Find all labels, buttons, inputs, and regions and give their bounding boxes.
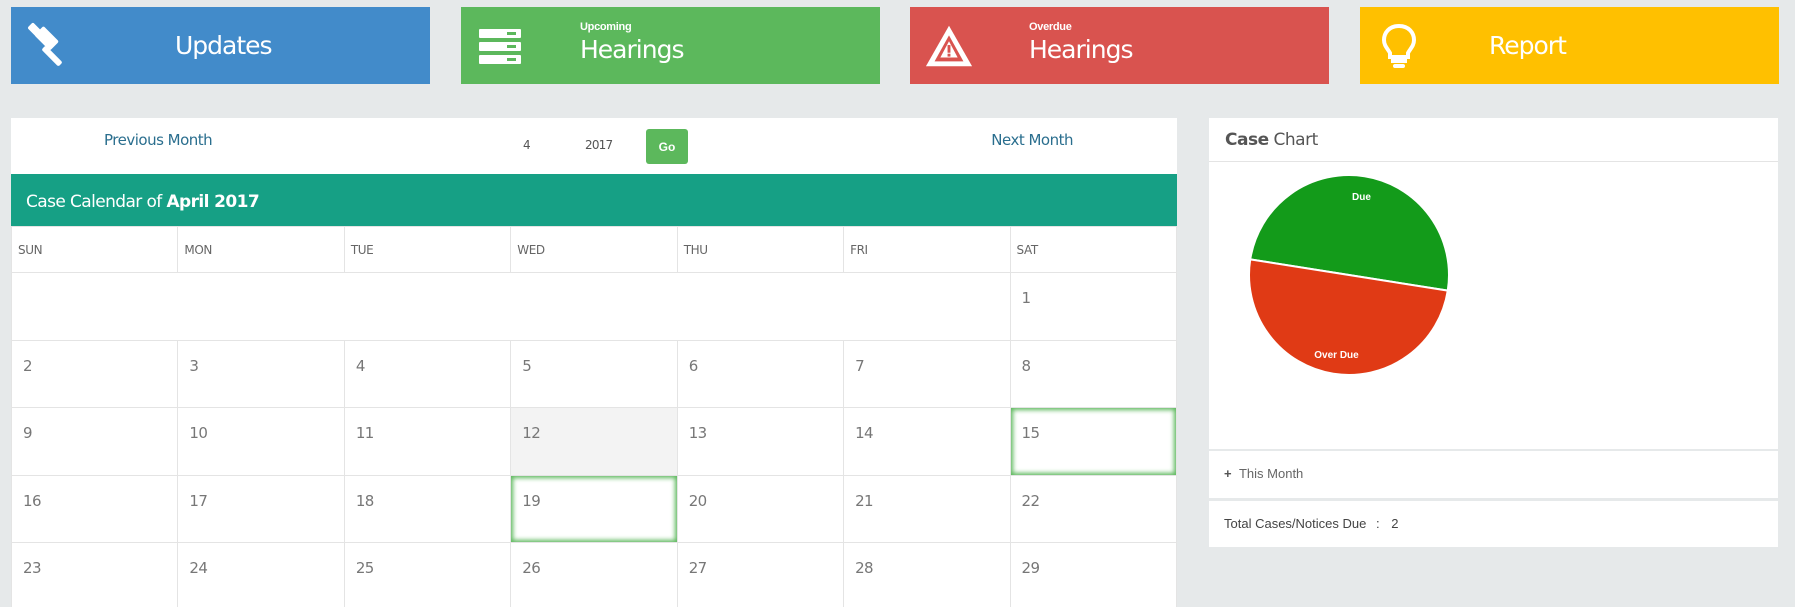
total-cases-row: Total Cases/Notices Due : 2 bbox=[1209, 501, 1778, 547]
pie-chart: Due Over Due bbox=[1248, 174, 1450, 376]
calendar-day-cell[interactable]: 5 bbox=[510, 339, 678, 408]
day-header: THU bbox=[676, 226, 845, 273]
day-header: SUN bbox=[10, 226, 179, 273]
case-chart-body: Due Over Due bbox=[1209, 162, 1778, 449]
calendar-day-cell[interactable]: 17 bbox=[177, 474, 345, 543]
overdue-hearings-tile[interactable]: Overdue Hearings bbox=[910, 7, 1329, 84]
case-calendar-panel: Previous Month Go Next Month Case Calend… bbox=[10, 118, 1178, 607]
plus-icon: + bbox=[1224, 466, 1232, 481]
warning-icon bbox=[924, 21, 974, 71]
lightbulb-icon bbox=[1374, 21, 1424, 71]
calendar-title-prefix: Case Calendar of bbox=[26, 192, 162, 212]
calendar-day-cell[interactable]: 11 bbox=[343, 407, 512, 476]
calendar-week-row: 23 24 25 26 27 28 29 bbox=[10, 542, 1178, 607]
calendar-day-cell[interactable]: 23 bbox=[10, 542, 179, 607]
calendar-day-cell[interactable]: 18 bbox=[343, 474, 512, 543]
month-input[interactable] bbox=[523, 138, 553, 152]
calendar-day-cell[interactable]: 3 bbox=[177, 339, 345, 408]
year-input[interactable] bbox=[585, 138, 635, 152]
calendar-day-cell[interactable]: 15 bbox=[1009, 407, 1178, 476]
day-header: FRI bbox=[843, 226, 1011, 273]
calendar-week-row: 2345678 bbox=[10, 339, 1178, 408]
calendar-day-cell[interactable]: 27 bbox=[676, 542, 845, 607]
calendar-day-cell[interactable]: 29 bbox=[1009, 542, 1178, 607]
calendar-day-cell[interactable]: 22 bbox=[1009, 474, 1178, 543]
calendar-day-cell[interactable]: 9 bbox=[10, 407, 179, 476]
report-label: Report bbox=[1489, 31, 1567, 60]
calendar-day-cell[interactable]: 16 bbox=[10, 474, 179, 543]
calendar-day-cell[interactable]: 6 bbox=[676, 339, 845, 408]
overdue-hearings-label: Hearings bbox=[1029, 35, 1133, 64]
calendar-week-row: 16 17 18 19 20 21 22 bbox=[10, 474, 1178, 543]
calendar-day-cell[interactable]: 10 bbox=[177, 407, 345, 476]
calendar-day-cell[interactable]: 24 bbox=[177, 542, 345, 607]
next-month-link[interactable]: Next Month bbox=[991, 131, 1073, 149]
calendar-day-cell[interactable]: 25 bbox=[343, 542, 512, 607]
updates-tile[interactable]: Updates bbox=[11, 7, 430, 84]
calendar-day-cell[interactable]: 19 bbox=[510, 474, 678, 543]
total-cases-sep: : bbox=[1375, 516, 1380, 531]
day-header: WED bbox=[510, 226, 678, 273]
calendar-grid: SUN MON TUE WED THU FRI SAT 1 2 3 4 5 6 7 8 9 10 11 12 13 1… bbox=[10, 226, 1178, 607]
calendar-day-cell[interactable]: 28 bbox=[843, 542, 1011, 607]
calendar-week-row: 9 10 11 12 13 14 15 bbox=[10, 407, 1178, 476]
calendar-day-cell[interactable]: 2 bbox=[10, 339, 179, 408]
previous-month-link[interactable]: Previous Month bbox=[104, 131, 213, 149]
calendar-day-cell[interactable]: 14 bbox=[843, 407, 1011, 476]
calendar-title: Case Calendar of April 2017 bbox=[11, 174, 1177, 226]
case-chart-title-rest: Chart bbox=[1273, 130, 1319, 150]
updates-label: Updates bbox=[175, 31, 273, 60]
day-header: MON bbox=[177, 226, 345, 273]
calendar-day-cell[interactable]: 8 bbox=[1009, 339, 1178, 408]
this-month-toggle[interactable]: + This Month bbox=[1209, 451, 1778, 498]
gavel-icon bbox=[25, 21, 75, 71]
calendar-week-row: 1 bbox=[11, 272, 1178, 341]
upcoming-hearings-tile[interactable]: Upcoming Hearings bbox=[461, 7, 880, 84]
overdue-small-label: Overdue bbox=[1029, 21, 1072, 33]
total-cases-value: 2 bbox=[1391, 516, 1399, 531]
total-cases-label: Total Cases/Notices Due bbox=[1224, 516, 1367, 531]
calendar-day-cell[interactable]: 13 bbox=[676, 407, 845, 476]
day-header: SAT bbox=[1009, 226, 1178, 273]
calendar-day-cell[interactable]: 4 bbox=[343, 339, 512, 408]
calendar-empty-cell bbox=[11, 272, 1011, 341]
calendar-day-cell[interactable]: 20 bbox=[676, 474, 845, 543]
case-chart-title-bold: Case bbox=[1225, 130, 1269, 150]
report-tile[interactable]: Report bbox=[1360, 7, 1779, 84]
calendar-nav: Previous Month Go Next Month bbox=[11, 118, 1177, 174]
pie-label: Due bbox=[1352, 192, 1371, 203]
upcoming-hearings-label: Hearings bbox=[580, 35, 684, 64]
upcoming-small-label: Upcoming bbox=[580, 21, 632, 33]
day-header: TUE bbox=[343, 226, 512, 273]
calendar-day-cell[interactable]: 1 bbox=[1009, 272, 1178, 341]
calendar-title-month: April 2017 bbox=[166, 192, 260, 212]
pie-label: Over Due bbox=[1314, 350, 1359, 361]
this-month-label: This Month bbox=[1238, 466, 1304, 481]
case-chart-panel: Case Chart Due Over Due + This Month Tota… bbox=[1209, 118, 1778, 547]
server-icon bbox=[475, 21, 525, 71]
calendar-day-cell[interactable]: 7 bbox=[843, 339, 1011, 408]
calendar-day-cell[interactable]: 12 bbox=[510, 407, 678, 476]
calendar-day-cell[interactable]: 21 bbox=[843, 474, 1011, 543]
case-chart-title: Case Chart bbox=[1209, 118, 1778, 162]
go-button[interactable]: Go bbox=[646, 129, 688, 164]
calendar-day-cell[interactable]: 26 bbox=[510, 542, 678, 607]
